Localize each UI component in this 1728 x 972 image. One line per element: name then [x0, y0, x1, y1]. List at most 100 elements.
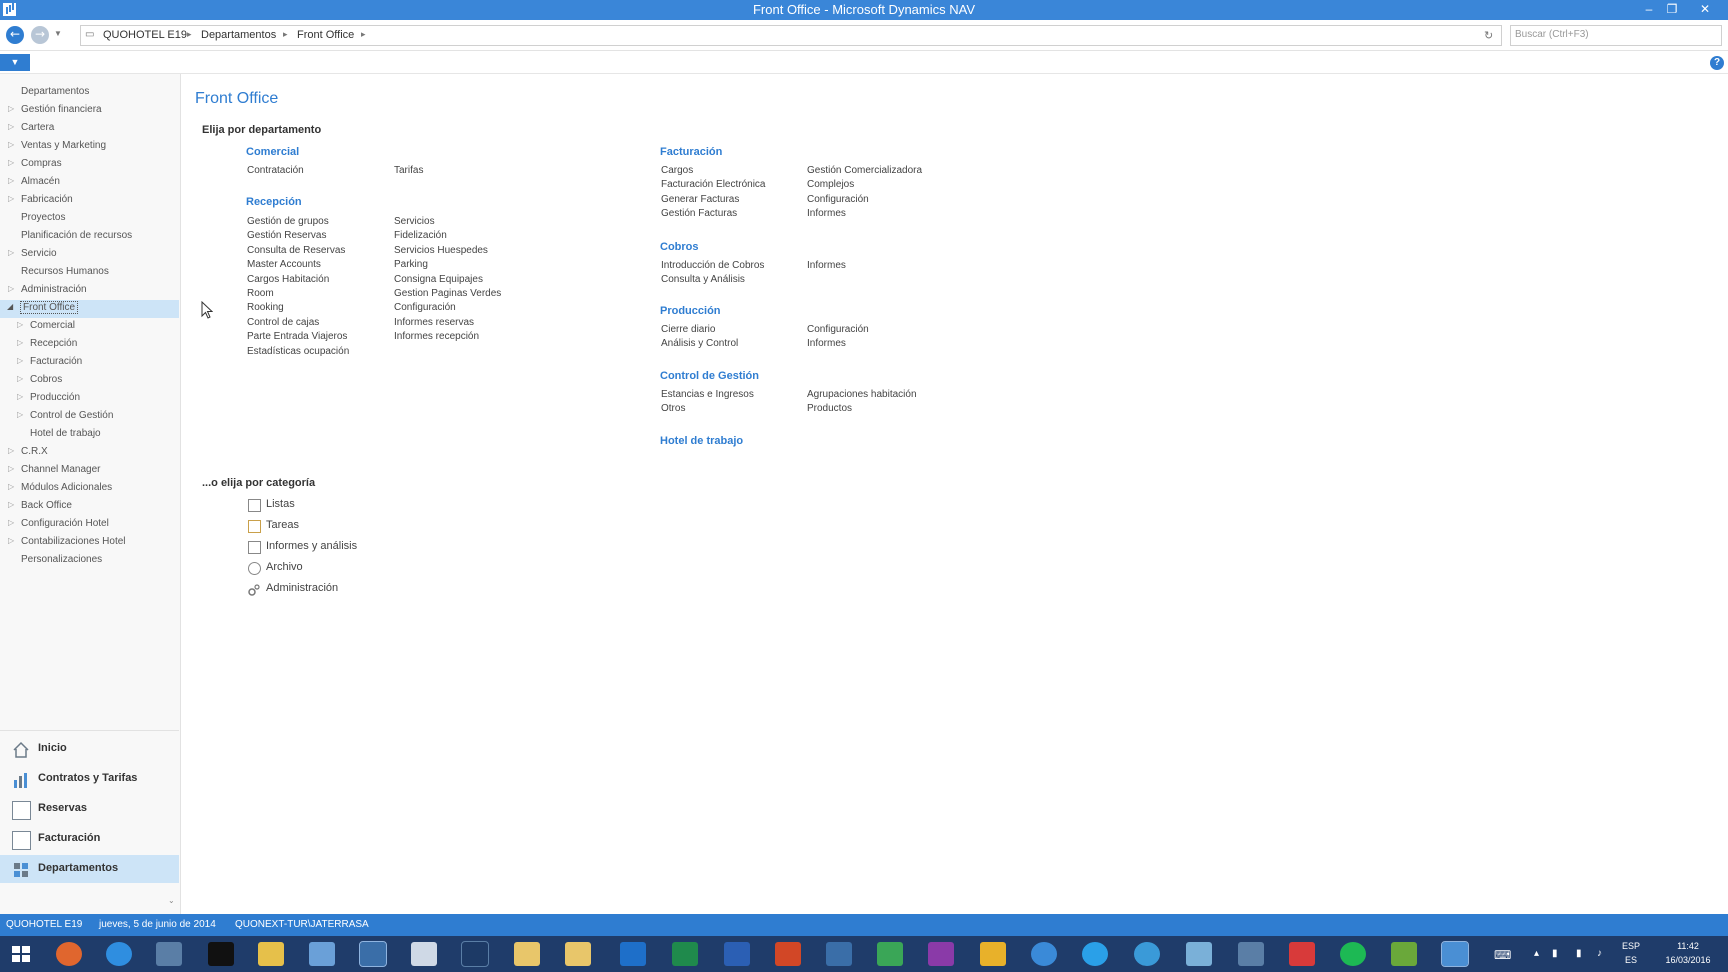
- folder-icon[interactable]: [514, 942, 540, 966]
- link-gestion-grupos[interactable]: Gestión de grupos: [247, 216, 329, 227]
- project-icon[interactable]: [877, 942, 903, 966]
- dynamics-icon[interactable]: [461, 941, 489, 967]
- tree-item-modulos-adicionales[interactable]: Módulos Adicionales: [21, 482, 112, 493]
- outlook-icon[interactable]: [620, 942, 646, 966]
- volume-tray-icon[interactable]: ♪: [1597, 948, 1602, 959]
- nav-button-contratos-tarifas[interactable]: Contratos y Tarifas: [0, 765, 179, 793]
- link-generar-facturas[interactable]: Generar Facturas: [661, 194, 739, 205]
- link-informes-facturacion[interactable]: Informes: [807, 208, 846, 219]
- terminal-icon[interactable]: [208, 942, 234, 966]
- expand-arrow-icon[interactable]: ▷: [8, 158, 14, 167]
- help-icon[interactable]: ?: [1710, 56, 1724, 70]
- tree-item-ventas-marketing[interactable]: Ventas y Marketing: [21, 140, 106, 151]
- app-icon[interactable]: [156, 942, 182, 966]
- chevron-down-icon[interactable]: ⌄: [168, 896, 175, 905]
- network-tray-icon[interactable]: ▮: [1552, 948, 1558, 959]
- link-introduccion-cobros[interactable]: Introducción de Cobros: [661, 260, 764, 271]
- link-agrupaciones-habitacion[interactable]: Agrupaciones habitación: [807, 389, 917, 400]
- tree-item-configuracion-hotel[interactable]: Configuración Hotel: [21, 518, 109, 529]
- expand-arrow-icon[interactable]: ▷: [8, 194, 14, 203]
- nav-button-departamentos[interactable]: Departamentos: [0, 855, 179, 883]
- dynamics-icon[interactable]: [411, 942, 437, 966]
- link-informes-recepcion[interactable]: Informes recepción: [394, 331, 479, 342]
- breadcrumb[interactable]: ▭ QUOHOTEL E19 ▸ Departamentos ▸ Front O…: [80, 25, 1502, 46]
- spotify-icon[interactable]: [1340, 942, 1366, 966]
- tree-item-fabricacion[interactable]: Fabricación: [21, 194, 73, 205]
- link-analisis-control[interactable]: Análisis y Control: [661, 338, 738, 349]
- expand-arrow-icon[interactable]: ▷: [8, 482, 14, 491]
- nav-button-facturacion[interactable]: Facturación: [0, 825, 179, 853]
- tree-item-comercial[interactable]: Comercial: [30, 320, 75, 331]
- history-dropdown-icon[interactable]: ▼: [54, 29, 62, 38]
- tree-item-cobros[interactable]: Cobros: [30, 374, 62, 385]
- breadcrumb-front-office[interactable]: Front Office: [297, 29, 354, 41]
- link-gestion-reservas[interactable]: Gestión Reservas: [247, 230, 326, 241]
- expand-arrow-icon[interactable]: ▷: [8, 140, 14, 149]
- powerpoint-icon[interactable]: [775, 942, 801, 966]
- expand-arrow-icon[interactable]: ▷: [8, 446, 14, 455]
- app-menu-button[interactable]: ▼: [0, 54, 30, 71]
- expand-arrow-icon[interactable]: ▷: [8, 284, 14, 293]
- search-input[interactable]: Buscar (Ctrl+F3): [1510, 25, 1722, 46]
- windows-start-icon[interactable]: [8, 942, 34, 966]
- link-control-cajas[interactable]: Control de cajas: [247, 317, 319, 328]
- group-title-control-gestion[interactable]: Control de Gestión: [660, 370, 759, 382]
- tray-chevron-icon[interactable]: ▴: [1534, 948, 1539, 959]
- tree-item-facturacion[interactable]: Facturación: [30, 356, 82, 367]
- image-viewer-icon[interactable]: [1391, 942, 1417, 966]
- keyboard-icon[interactable]: ⌨: [1494, 948, 1511, 962]
- tree-item-planificacion-recursos[interactable]: Planificación de recursos: [21, 230, 132, 241]
- group-title-facturacion[interactable]: Facturación: [660, 146, 722, 158]
- filezilla-icon[interactable]: [1289, 942, 1315, 966]
- link-consulta-reservas[interactable]: Consulta de Reservas: [247, 245, 345, 256]
- group-title-hotel-trabajo[interactable]: Hotel de trabajo: [660, 435, 743, 447]
- minimize-button[interactable]: ‒: [1638, 0, 1660, 20]
- expand-arrow-icon[interactable]: ▷: [8, 518, 14, 527]
- link-otros[interactable]: Otros: [661, 403, 685, 414]
- collapse-arrow-icon[interactable]: ◢: [7, 302, 13, 311]
- link-configuracion-produccion[interactable]: Configuración: [807, 324, 869, 335]
- link-facturacion-electronica[interactable]: Facturación Electrónica: [661, 179, 766, 190]
- language-indicator[interactable]: ESP ES: [1622, 941, 1640, 965]
- tree-item-front-office[interactable]: Front Office: [19, 301, 79, 314]
- expand-arrow-icon[interactable]: ▷: [17, 392, 23, 401]
- link-configuracion-facturacion[interactable]: Configuración: [807, 194, 869, 205]
- tree-item-administracion[interactable]: Administración: [21, 284, 87, 295]
- link-cargos[interactable]: Cargos: [661, 165, 693, 176]
- tree-item-almacen[interactable]: Almacén: [21, 176, 60, 187]
- network-icon[interactable]: [1186, 942, 1212, 966]
- link-servicios[interactable]: Servicios: [394, 216, 435, 227]
- link-fidelizacion[interactable]: Fidelización: [394, 230, 447, 241]
- tree-item-proyectos[interactable]: Proyectos: [21, 212, 65, 223]
- skype-icon[interactable]: [1082, 942, 1108, 966]
- expand-arrow-icon[interactable]: ▷: [8, 464, 14, 473]
- link-complejos[interactable]: Complejos: [807, 179, 854, 190]
- link-rooking[interactable]: Rooking: [247, 302, 284, 313]
- category-administracion[interactable]: Administración: [266, 582, 338, 594]
- back-arrow-icon[interactable]: ←: [6, 26, 24, 44]
- link-consulta-analisis[interactable]: Consulta y Análisis: [661, 274, 745, 285]
- word-icon[interactable]: [724, 942, 750, 966]
- link-gestion-paginas-verdes[interactable]: Gestion Paginas Verdes: [394, 288, 501, 299]
- tree-item-compras[interactable]: Compras: [21, 158, 62, 169]
- tree-item-gestion-financiera[interactable]: Gestión financiera: [21, 104, 102, 115]
- link-cierre-diario[interactable]: Cierre diario: [661, 324, 715, 335]
- firefox-icon[interactable]: [56, 942, 82, 966]
- breadcrumb-company[interactable]: QUOHOTEL E19: [103, 29, 187, 41]
- expand-arrow-icon[interactable]: ▷: [17, 338, 23, 347]
- visio-icon[interactable]: [826, 942, 852, 966]
- tree-item-cartera[interactable]: Cartera: [21, 122, 54, 133]
- globe-icon[interactable]: [1031, 942, 1057, 966]
- close-button[interactable]: ✕: [1694, 0, 1716, 20]
- link-productos[interactable]: Productos: [807, 403, 852, 414]
- group-title-recepcion[interactable]: Recepción: [246, 196, 302, 208]
- internet-explorer-icon[interactable]: [106, 942, 132, 966]
- link-consigna-equipajes[interactable]: Consigna Equipajes: [394, 274, 483, 285]
- expand-arrow-icon[interactable]: ▷: [17, 410, 23, 419]
- group-title-cobros[interactable]: Cobros: [660, 241, 699, 253]
- link-configuracion[interactable]: Configuración: [394, 302, 456, 313]
- category-informes-analisis[interactable]: Informes y análisis: [266, 540, 357, 552]
- remote-desktop-icon[interactable]: [1238, 942, 1264, 966]
- group-title-comercial[interactable]: Comercial: [246, 146, 299, 158]
- settings-icon[interactable]: [1441, 941, 1469, 967]
